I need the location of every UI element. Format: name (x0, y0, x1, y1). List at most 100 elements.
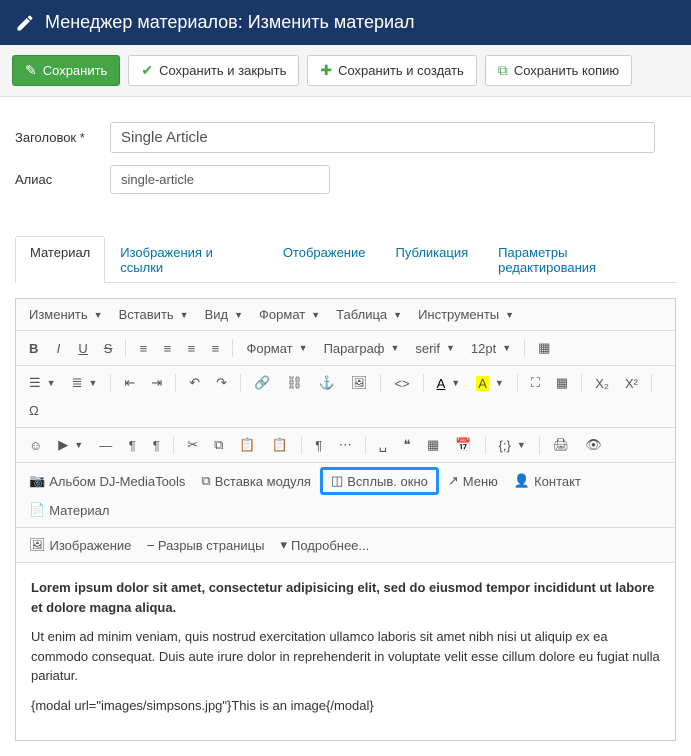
contact-icon: 👤 (514, 473, 530, 489)
editor-content[interactable]: Lorem ipsum dolor sit amet, consectetur … (16, 563, 675, 740)
save-button[interactable]: ✎Сохранить (12, 55, 120, 86)
page-header: Менеджер материалов: Изменить материал (0, 0, 691, 45)
link-button[interactable]: 🔗 (247, 370, 277, 396)
fullscreen-button[interactable]: ⛶ (524, 370, 547, 396)
nbsp-button[interactable]: ␣ (372, 432, 394, 458)
size-select[interactable]: 12pt▼ (464, 337, 518, 360)
anchor-button[interactable]: ⚓ (312, 370, 342, 396)
popup-button[interactable]: ◫Всплыв. окно (320, 467, 439, 495)
preview-button[interactable]: 👁 (578, 432, 609, 458)
tab-display[interactable]: Отображение (268, 236, 381, 283)
print-button[interactable]: 🖨 (546, 432, 577, 458)
pagebreak-icon: ⎯ (147, 537, 154, 553)
redo-button[interactable]: ↷ (209, 370, 234, 396)
module-icon: ⧉ (201, 473, 210, 489)
underline-button[interactable]: U (71, 336, 94, 361)
save-close-button[interactable]: ✔Сохранить и закрыть (128, 55, 299, 86)
bgcolor-button[interactable]: A▼ (469, 371, 511, 396)
action-toolbar: ✎Сохранить ✔Сохранить и закрыть ✚Сохрани… (0, 45, 691, 97)
hr-button[interactable]: — (92, 433, 119, 458)
outdent-button[interactable]: ⇤ (117, 370, 142, 396)
pagebreak-button[interactable]: ⎯Разрыв страницы (140, 532, 271, 558)
menu-insert[interactable]: Вставить▼ (112, 303, 196, 326)
editor-toolbar-1: B I U S ≡ ≡ ≡ ≡ Формат▼ Параграф▼ serif▼… (16, 331, 675, 366)
charmap-button[interactable]: Ω (22, 398, 46, 423)
paragraph-select[interactable]: Параграф▼ (317, 337, 407, 360)
imageinsert-button[interactable]: 🖼Изображение (22, 532, 138, 558)
template-button[interactable]: ▦ (531, 335, 557, 361)
strike-button[interactable]: S (97, 336, 120, 361)
alias-label: Алиас (15, 172, 110, 187)
tab-params[interactable]: Параметры редактирования (483, 236, 676, 283)
menu-format[interactable]: Формат▼ (252, 303, 327, 326)
module-button[interactable]: ⧉Вставка модуля (194, 468, 318, 494)
align-center-button[interactable]: ≡ (156, 336, 178, 361)
visualchars-button[interactable]: ⋯ (332, 432, 359, 458)
file-icon: 📄 (29, 502, 45, 518)
content-p1: Lorem ipsum dolor sit amet, consectetur … (31, 578, 660, 617)
tab-images[interactable]: Изображения и ссылки (105, 236, 268, 283)
share-icon: ↗ (448, 473, 459, 489)
pencil-icon (15, 13, 35, 33)
menuitem-button[interactable]: ↗Меню (441, 468, 505, 494)
article-button[interactable]: 📄Материал (22, 497, 116, 523)
check-icon: ✔ (141, 62, 153, 79)
template2-button[interactable]: ▦ (420, 432, 446, 458)
title-input[interactable] (110, 122, 655, 153)
image-icon: 🖼 (29, 537, 46, 553)
undo-button[interactable]: ↶ (182, 370, 207, 396)
editor: Изменить▼ Вставить▼ Вид▼ Формат▼ Таблица… (15, 298, 676, 741)
ul-button[interactable]: ☰▼ (22, 370, 63, 396)
table-button[interactable]: ▦ (549, 370, 575, 396)
paste-button[interactable]: 📋 (232, 432, 262, 458)
textcolor-button[interactable]: A▼ (430, 371, 468, 396)
cut-button[interactable]: ✂ (180, 432, 205, 458)
camera-icon: 📷 (29, 473, 45, 489)
menu-edit[interactable]: Изменить▼ (22, 303, 110, 326)
copy-button[interactable]: ⧉ (207, 432, 230, 458)
unlink-button[interactable]: ⛓ (279, 370, 310, 396)
italic-button[interactable]: I (47, 336, 69, 361)
indent-button[interactable]: ⇥ (144, 370, 169, 396)
image-button[interactable]: 🖼 (344, 370, 375, 396)
menu-tools[interactable]: Инструменты▼ (411, 303, 521, 326)
align-justify-button[interactable]: ≡ (204, 336, 226, 361)
tabs: Материал Изображения и ссылки Отображени… (15, 236, 676, 283)
ltr-button[interactable]: ¶ (121, 433, 143, 458)
form-area: Заголовок * Алиас (0, 97, 691, 221)
chevron-down-icon: ▾ (280, 537, 287, 553)
editor-toolbar-3: ☺ ▶▼ — ¶ ¶ ✂ ⧉ 📋 📋 ¶ ⋯ ␣ ❝ ▦ 📅 {;}▼ 🖨 👁 (16, 428, 675, 463)
blockquote-button[interactable]: ❝ (396, 432, 418, 458)
insertdate-button[interactable]: 📅 (448, 432, 478, 458)
ol-button[interactable]: ≣▼ (65, 370, 105, 396)
pastetext-button[interactable]: 📋 (265, 432, 295, 458)
emoticon-button[interactable]: ☺ (22, 433, 49, 458)
menu-table[interactable]: Таблица▼ (329, 303, 409, 326)
save-copy-button[interactable]: ⧉Сохранить копию (485, 55, 632, 86)
album-button[interactable]: 📷Альбом DJ-MediaTools (22, 468, 192, 494)
format-select[interactable]: Формат▼ (239, 337, 314, 360)
media-button[interactable]: ▶▼ (51, 432, 90, 458)
alias-input[interactable] (110, 165, 330, 194)
subscript-button[interactable]: X₂ (588, 371, 616, 396)
page-title: Менеджер материалов: Изменить материал (45, 12, 415, 33)
readmore-button[interactable]: ▾Подробнее... (273, 532, 376, 558)
align-left-button[interactable]: ≡ (132, 336, 154, 361)
code-button[interactable]: <> (387, 371, 416, 396)
title-label: Заголовок * (15, 130, 110, 145)
align-right-button[interactable]: ≡ (180, 336, 202, 361)
codesample-button[interactable]: {;}▼ (492, 433, 533, 458)
bold-button[interactable]: B (22, 336, 45, 361)
menu-view[interactable]: Вид▼ (198, 303, 250, 326)
tab-publish[interactable]: Публикация (380, 236, 483, 283)
editor-toolbar-2: ☰▼ ≣▼ ⇤ ⇥ ↶ ↷ 🔗 ⛓ ⚓ 🖼 <> A▼ A▼ ⛶ ▦ X₂ X²… (16, 366, 675, 428)
showblocks-button[interactable]: ¶ (308, 433, 330, 458)
content-p3: {modal url="images/simpsons.jpg"}This is… (31, 696, 660, 716)
tab-material[interactable]: Материал (15, 236, 105, 283)
rtl-button[interactable]: ¶ (145, 433, 167, 458)
font-select[interactable]: serif▼ (408, 337, 461, 360)
save-new-button[interactable]: ✚Сохранить и создать (307, 55, 476, 86)
contact-button[interactable]: 👤Контакт (507, 468, 588, 494)
superscript-button[interactable]: X² (618, 371, 645, 396)
copy-icon: ⧉ (498, 62, 508, 79)
